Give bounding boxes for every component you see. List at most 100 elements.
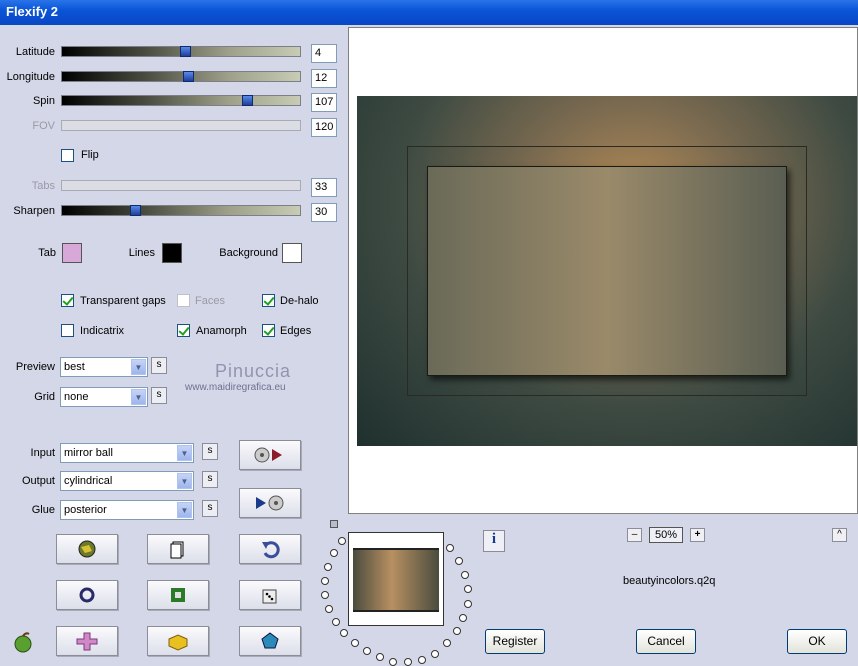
window-title: Flexify 2 bbox=[6, 4, 59, 19]
background-color-swatch[interactable] bbox=[282, 243, 302, 263]
input-label: Input bbox=[30, 447, 55, 459]
faces-label: Faces bbox=[195, 295, 225, 307]
sharpen-slider[interactable] bbox=[61, 205, 301, 216]
output-label: Output bbox=[21, 475, 55, 487]
info-icon: i bbox=[491, 531, 497, 547]
latitude-value[interactable]: 4 bbox=[311, 44, 337, 63]
ring-button[interactable] bbox=[56, 580, 118, 610]
grid-label: Grid bbox=[34, 391, 55, 403]
square-button[interactable] bbox=[147, 580, 209, 610]
preview-label: Preview bbox=[15, 361, 55, 373]
pentagon-icon bbox=[261, 632, 279, 649]
latitude-thumb[interactable] bbox=[180, 46, 191, 57]
undo-button[interactable] bbox=[239, 534, 301, 564]
preview-image bbox=[357, 96, 857, 446]
cancel-button[interactable]: Cancel bbox=[636, 629, 696, 654]
tabs-value[interactable]: 33 bbox=[311, 178, 337, 197]
fov-value[interactable]: 120 bbox=[311, 118, 337, 137]
input-select-value: mirror ball bbox=[64, 447, 113, 459]
tab-color-swatch[interactable] bbox=[62, 243, 82, 263]
lego-brick-button[interactable] bbox=[147, 626, 209, 656]
faces-checkbox[interactable] bbox=[177, 294, 190, 307]
puzzle-cross-icon bbox=[76, 632, 98, 651]
output-select-value: cylindrical bbox=[64, 475, 113, 487]
transparent-gaps-checkbox[interactable] bbox=[61, 294, 74, 307]
flip-label: Flip bbox=[81, 149, 99, 161]
dehalo-label: De-halo bbox=[280, 295, 319, 307]
spin-value[interactable]: 107 bbox=[311, 93, 337, 112]
preset-filename: beautyincolors.q2q bbox=[623, 575, 716, 587]
info-button[interactable]: i bbox=[483, 530, 505, 552]
ring-icon bbox=[79, 587, 95, 603]
zoom-out-button[interactable]: – bbox=[627, 528, 642, 542]
chevron-down-icon[interactable]: ▼ bbox=[131, 359, 146, 375]
grid-s-button[interactable]: s bbox=[151, 387, 167, 404]
sharpen-thumb[interactable] bbox=[130, 205, 141, 216]
watermark-url: www.maidiregrafica.eu bbox=[185, 382, 286, 393]
spin-label: Spin bbox=[32, 95, 55, 107]
transparent-gaps-label: Transparent gaps bbox=[80, 295, 166, 307]
preview-select[interactable]: best ▼ bbox=[60, 357, 148, 377]
spin-thumb[interactable] bbox=[242, 95, 253, 106]
longitude-slider[interactable] bbox=[61, 71, 301, 82]
play-to-disc-icon bbox=[254, 447, 282, 463]
glue-label: Glue bbox=[31, 504, 55, 516]
navigator-handle[interactable] bbox=[330, 520, 342, 530]
lines-color-swatch[interactable] bbox=[162, 243, 182, 263]
dice-button[interactable] bbox=[239, 580, 301, 610]
anamorph-checkbox[interactable] bbox=[177, 324, 190, 337]
glue-select-value: posterior bbox=[64, 504, 107, 516]
apple-icon[interactable] bbox=[11, 630, 35, 657]
glue-select[interactable]: posterior ▼ bbox=[60, 500, 194, 520]
preview-select-value: best bbox=[64, 361, 85, 373]
preview-s-button[interactable]: s bbox=[151, 357, 167, 374]
indicatrix-checkbox[interactable] bbox=[61, 324, 74, 337]
chevron-down-icon[interactable]: ▼ bbox=[177, 473, 192, 489]
dehalo-checkbox[interactable] bbox=[262, 294, 275, 307]
flip-checkbox[interactable] bbox=[61, 149, 74, 162]
undo-icon bbox=[262, 541, 280, 559]
flexify-window: Flexify 2 Latitude 4 Longitude 12 Spin 1… bbox=[0, 0, 858, 666]
disc-to-play-icon bbox=[256, 495, 284, 511]
sharpen-value[interactable]: 30 bbox=[311, 203, 337, 222]
chevron-down-icon[interactable]: ▼ bbox=[131, 389, 146, 405]
longitude-value[interactable]: 12 bbox=[311, 69, 337, 88]
lego-brick-icon bbox=[168, 634, 188, 651]
page-button[interactable] bbox=[147, 534, 209, 564]
edges-checkbox[interactable] bbox=[262, 324, 275, 337]
input-s-button[interactable]: s bbox=[202, 443, 218, 460]
latitude-label: Latitude bbox=[15, 46, 55, 58]
preview-inner-panel bbox=[427, 166, 787, 376]
globe-button[interactable] bbox=[56, 534, 118, 564]
play-to-disc-button[interactable] bbox=[239, 440, 301, 470]
longitude-thumb[interactable] bbox=[183, 71, 194, 82]
edges-label: Edges bbox=[280, 325, 312, 337]
output-select[interactable]: cylindrical ▼ bbox=[60, 471, 194, 491]
watermark-name: Pinuccia bbox=[215, 361, 292, 381]
tab-color-label: Tab bbox=[38, 247, 56, 259]
lines-color-label: Lines bbox=[128, 247, 155, 259]
navigator-thumbnail-image bbox=[353, 548, 439, 612]
grid-select[interactable]: none ▼ bbox=[60, 387, 148, 407]
latitude-slider[interactable] bbox=[61, 46, 301, 57]
output-s-button[interactable]: s bbox=[202, 471, 218, 488]
register-button[interactable]: Register bbox=[485, 629, 545, 654]
puzzle-cross-button[interactable] bbox=[56, 626, 118, 656]
pentagon-button[interactable] bbox=[239, 626, 301, 656]
fov-slider bbox=[61, 120, 301, 131]
navigator-thumbnail[interactable] bbox=[348, 532, 444, 626]
globe-icon bbox=[78, 540, 96, 558]
preview-canvas[interactable] bbox=[348, 27, 858, 514]
longitude-label: Longitude bbox=[6, 71, 55, 83]
collapse-button[interactable]: ^ bbox=[832, 528, 847, 542]
glue-s-button[interactable]: s bbox=[202, 500, 218, 517]
ok-button[interactable]: OK bbox=[787, 629, 847, 654]
spin-slider[interactable] bbox=[61, 95, 301, 106]
chevron-down-icon[interactable]: ▼ bbox=[177, 445, 192, 461]
zoom-in-button[interactable]: + bbox=[690, 528, 705, 542]
disc-to-play-button[interactable] bbox=[239, 488, 301, 518]
input-select[interactable]: mirror ball ▼ bbox=[60, 443, 194, 463]
background-color-label: Background bbox=[219, 247, 278, 259]
tabs-slider bbox=[61, 180, 301, 191]
chevron-down-icon[interactable]: ▼ bbox=[177, 502, 192, 518]
